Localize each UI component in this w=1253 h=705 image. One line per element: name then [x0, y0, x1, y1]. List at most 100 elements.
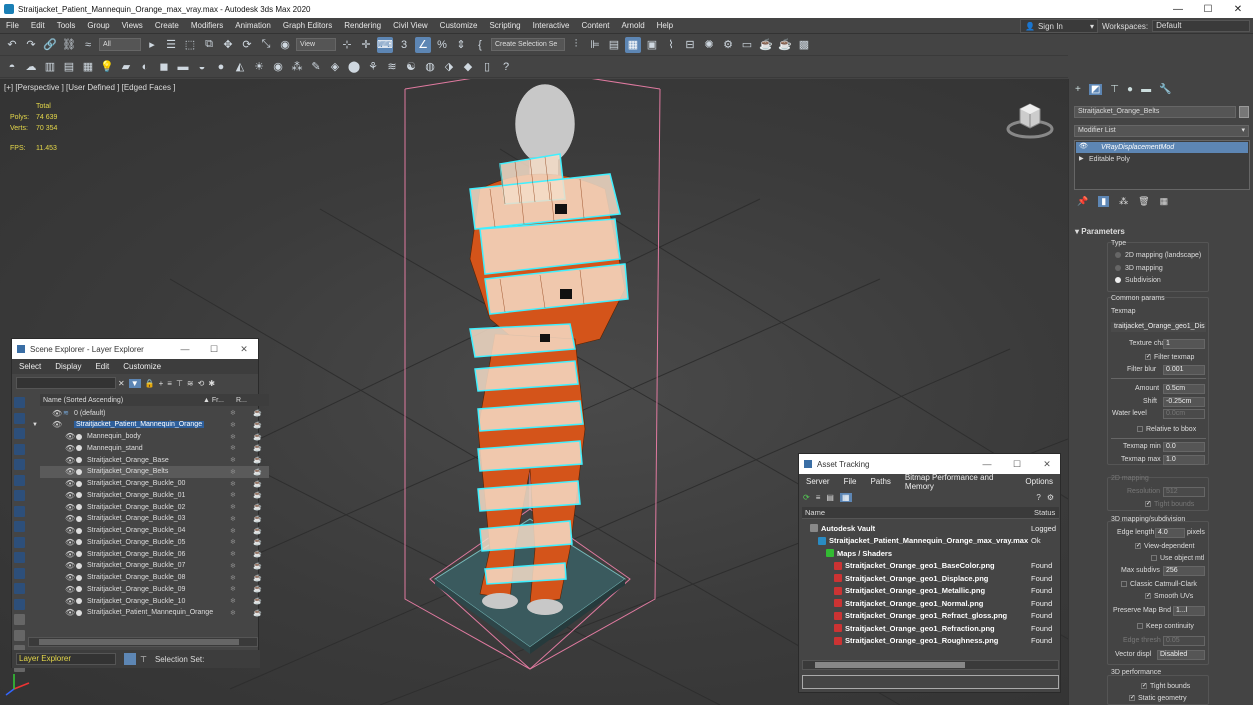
show-end-result-icon[interactable]: ▮: [1098, 196, 1110, 207]
tight-bounds-3d-checkbox[interactable]: ✓ Tight bounds: [1141, 683, 1190, 690]
minimize-button[interactable]: —: [1163, 0, 1193, 18]
object-row[interactable]: 👁 Straitjacket_Orange_Buckle_08 ❄ ☕: [40, 572, 269, 584]
object-row[interactable]: 👁 Straitjacket_Orange_Buckle_01 ❄ ☕: [40, 489, 269, 501]
vray-hair-icon[interactable]: ≋: [384, 59, 400, 75]
named-selection-dropdown[interactable]: Create Selection Se: [491, 38, 565, 51]
percent-snap-icon[interactable]: %: [434, 37, 450, 53]
render-setup-icon[interactable]: ⚙: [720, 37, 736, 53]
column-frozen-header[interactable]: ▲ Fr...: [203, 397, 224, 404]
menu-customize[interactable]: Customize: [434, 21, 484, 30]
asset-tracking-maximize[interactable]: ☐: [1004, 454, 1030, 474]
visibility-eye-icon[interactable]: 👁: [52, 409, 62, 418]
menu-animation[interactable]: Animation: [229, 21, 277, 30]
toggle-ribbon-icon[interactable]: ▣: [644, 37, 660, 53]
spinner-snap-icon[interactable]: ⇕: [453, 37, 469, 53]
menu-graph-editors[interactable]: Graph Editors: [277, 21, 338, 30]
asset-row[interactable]: Autodesk Vault Logged: [802, 522, 1057, 535]
object-row[interactable]: 👁 Straitjacket_Orange_Buckle_06 ❄ ☕: [40, 548, 269, 560]
invert-display-icon[interactable]: [14, 614, 25, 625]
menu-interactive[interactable]: Interactive: [527, 21, 576, 30]
display-shapes-icon[interactable]: [14, 428, 25, 439]
rect-selection-icon[interactable]: ⬚: [182, 37, 198, 53]
pin-stack-icon[interactable]: 📌: [1077, 196, 1088, 207]
object-row[interactable]: 👁 Straitjacket_Orange_Buckle_05 ❄ ☕: [40, 536, 269, 548]
scene-explorer-titlebar[interactable]: Scene Explorer - Layer Explorer — ☐ ✕: [12, 339, 258, 359]
asset-menu-server[interactable]: Server: [799, 477, 837, 486]
display-groups-icon[interactable]: [14, 505, 25, 517]
freeze-icon[interactable]: ❄: [230, 480, 236, 488]
bind-space-warp-icon[interactable]: ≈: [80, 37, 96, 53]
freeze-icon[interactable]: ❄: [230, 468, 236, 476]
render-teapot-icon[interactable]: ☕: [253, 433, 262, 441]
display-cameras-icon[interactable]: [14, 459, 25, 470]
display-containers-icon[interactable]: [14, 552, 25, 563]
object-row[interactable]: 👁 Straitjacket_Orange_Buckle_04 ❄ ☕: [40, 525, 269, 537]
relative-bbox-checkbox[interactable]: Relative to bbox: [1137, 426, 1196, 433]
asset-row[interactable]: Straitjacket_Orange_geo1_Metallic.png Fou…: [802, 585, 1057, 598]
align-icon[interactable]: ⊫: [587, 37, 603, 53]
render-teapot-icon[interactable]: ☕: [253, 421, 262, 429]
make-unique-icon[interactable]: ⁂: [1119, 196, 1128, 207]
layer-row[interactable]: ▼ 👁 Straitjacket_Patient_Mannequin_Orange ❄…: [32, 419, 269, 431]
vray-grass-icon[interactable]: ⚘: [365, 59, 381, 75]
asset-name-header[interactable]: Name: [805, 508, 825, 517]
render-teapot-icon[interactable]: ☕: [253, 609, 262, 617]
visibility-eye-icon[interactable]: 👁: [65, 467, 75, 476]
render-teapot-icon[interactable]: ☕: [253, 491, 262, 499]
freeze-icon[interactable]: ❄: [230, 409, 236, 417]
edge-length-spinner[interactable]: 4.0: [1155, 528, 1185, 538]
asset-row[interactable]: Maps / Shaders: [802, 547, 1057, 560]
configure-sets-icon[interactable]: ▦: [1160, 196, 1169, 207]
layers-icon[interactable]: ≋: [187, 379, 194, 388]
stack-item-vray-displacement[interactable]: VRayDisplacementMod: [1076, 142, 1248, 153]
modify-tab-icon[interactable]: ◩: [1088, 84, 1103, 95]
texmap-min-spinner[interactable]: 0.0: [1163, 442, 1205, 452]
display-frozen-icon[interactable]: [14, 567, 25, 579]
asset-row[interactable]: Straitjacket_Orange_geo1_BaseColor.png Fo…: [802, 560, 1057, 573]
toggle-layer-explorer-icon[interactable]: ▦: [625, 36, 641, 53]
scene-explorer-minimize[interactable]: —: [172, 339, 198, 359]
object-row[interactable]: 👁 Straitjacket_Orange_Belts ❄ ☕: [40, 465, 269, 478]
utilities-tab-icon[interactable]: 🔧: [1159, 84, 1171, 95]
render-teapot-icon[interactable]: ☕: [253, 515, 262, 523]
freeze-icon[interactable]: ❄: [230, 503, 236, 511]
vray-scene-converter-icon[interactable]: ⬗: [441, 59, 457, 75]
scene-menu-edit[interactable]: Edit: [88, 362, 116, 371]
amount-spinner[interactable]: 0.5cm: [1163, 384, 1205, 394]
freeze-icon[interactable]: ❄: [230, 456, 236, 464]
vray-dome-light-icon[interactable]: ◒: [194, 59, 210, 75]
visibility-eye-icon[interactable]: 👁: [52, 420, 62, 429]
object-row[interactable]: 👁 Straitjacket_Orange_Buckle_03 ❄ ☕: [40, 513, 269, 525]
visibility-eye-icon[interactable]: 👁: [65, 491, 75, 500]
scene-explorer-search[interactable]: [16, 377, 116, 389]
menu-arnold[interactable]: Arnold: [616, 21, 651, 30]
asset-status-header[interactable]: Status: [1034, 508, 1055, 517]
asset-row[interactable]: Straitjacket_Orange_geo1_Normal.png Found: [802, 597, 1057, 610]
asset-tracking-minimize[interactable]: —: [974, 454, 1000, 474]
asset-tracking-close[interactable]: ✕: [1034, 454, 1060, 474]
classic-catmull-checkbox[interactable]: Classic Catmull-Clark: [1121, 581, 1197, 588]
filter-icon[interactable]: ▼: [128, 378, 141, 388]
visibility-eye-icon[interactable]: 👁: [65, 456, 75, 465]
curve-editor-icon[interactable]: ⌇: [663, 37, 679, 53]
asset-tracking-hscrollbar[interactable]: [802, 660, 1059, 670]
render-grid-icon[interactable]: ▩: [796, 37, 812, 53]
render-icon[interactable]: ☕: [758, 37, 774, 53]
thumbnail-view-icon[interactable]: ▤: [826, 493, 834, 502]
menu-file[interactable]: File: [0, 21, 25, 30]
visibility-eye-icon[interactable]: 👁: [65, 585, 75, 594]
motion-tab-icon[interactable]: ●: [1127, 84, 1133, 95]
vray-ambient-icon[interactable]: ◉: [270, 59, 286, 75]
display-helpers-icon[interactable]: [14, 474, 25, 486]
freeze-icon[interactable]: ❄: [230, 574, 236, 582]
render-teapot-icon[interactable]: ☕: [253, 456, 262, 464]
keyboard-shortcut-icon[interactable]: ⌨: [377, 36, 393, 53]
table-view-icon[interactable]: ▦: [839, 492, 852, 502]
type-radio-0[interactable]: 2D mapping (landscape): [1115, 252, 1201, 259]
workspace-selector[interactable]: Workspaces: Default: [1102, 19, 1250, 33]
display-hidden-icon[interactable]: [14, 583, 25, 594]
menu-views[interactable]: Views: [116, 21, 149, 30]
redo-icon[interactable]: ↷: [23, 37, 39, 53]
stack-item-editable-poly[interactable]: Editable Poly: [1076, 154, 1248, 165]
vray-info-icon[interactable]: ▯: [479, 59, 495, 75]
